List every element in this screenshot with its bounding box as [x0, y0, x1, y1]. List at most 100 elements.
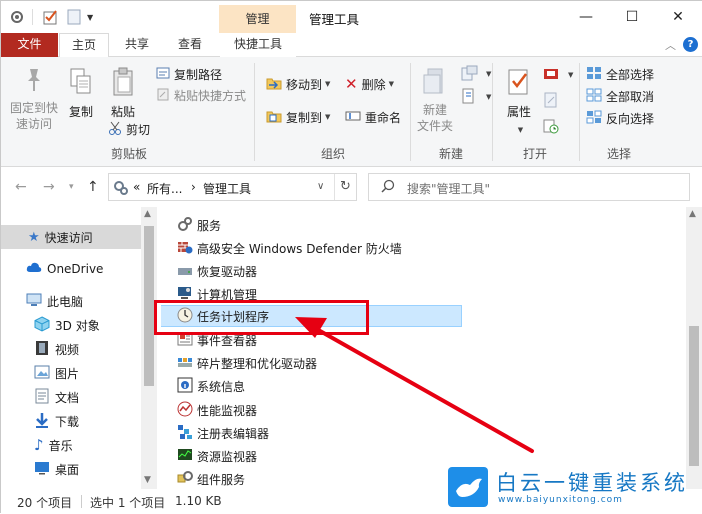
system-info-icon [177, 377, 193, 396]
checkmark-quick-icon[interactable] [43, 8, 59, 26]
file-item-recovery-drive[interactable]: 恢复驱动器 [177, 260, 477, 282]
nav-item-label: 下载 [55, 414, 80, 429]
nav-item-3d-objects[interactable]: 3D 对象 [1, 313, 141, 337]
invert-selection-label: 反向选择 [606, 111, 655, 126]
nav-item-label: 音乐 [48, 438, 73, 453]
breadcrumb-current[interactable]: 管理工具 [203, 180, 251, 197]
computer-icon [26, 293, 42, 310]
move-to-button[interactable]: 移动到 ▼ [266, 74, 330, 94]
download-icon [34, 412, 50, 431]
copy-button[interactable]: 复制 [65, 67, 97, 120]
explorer-window: ▼ 管理 管理工具 — ☐ ✕ 文件 主页 共享 查看 快捷工具 ︿ ? 固定到… [0, 0, 702, 514]
copy-to-label: 复制到 [286, 110, 323, 125]
forward-icon[interactable]: → [43, 179, 55, 195]
select-none-button[interactable]: 全部取消 [586, 86, 654, 106]
file-item-resource-monitor[interactable]: 资源监视器 [177, 445, 477, 467]
breadcrumb-all[interactable]: 所有... [147, 180, 182, 197]
nav-item-this-pc[interactable]: 此电脑 [1, 289, 141, 313]
pin-label-1: 固定到快 [9, 101, 58, 115]
new-group-label: 新建 [438, 147, 463, 161]
address-bar[interactable]: « 所有... › 管理工具 ∨ ↻ [108, 173, 357, 201]
properties-quick-icon[interactable] [9, 8, 25, 26]
new-folder-button[interactable]: 新建 文件夹 [413, 67, 457, 134]
refresh-icon[interactable]: ↻ [340, 179, 351, 194]
scroll-down-icon[interactable]: ▼ [144, 475, 151, 485]
open-group-label: 打开 [522, 147, 547, 161]
tab-home[interactable]: 主页 [59, 33, 109, 58]
file-item-performance-monitor[interactable]: 性能监视器 [177, 399, 477, 421]
tab-view[interactable]: 查看 [165, 33, 215, 57]
invert-selection-button[interactable]: 反向选择 [586, 108, 654, 128]
event-viewer-icon [177, 331, 193, 350]
rename-label: 重命名 [365, 110, 402, 125]
ribbon-separator [254, 63, 255, 161]
nav-item-music[interactable]: ♪ 音乐 [1, 433, 141, 457]
rename-icon [345, 110, 361, 125]
ribbon-separator [410, 63, 411, 161]
file-item-system-info[interactable]: 系统信息 [177, 375, 477, 397]
minimize-button[interactable]: — [563, 1, 609, 33]
maximize-button[interactable]: ☐ [609, 1, 655, 33]
file-item-registry-editor[interactable]: 注册表编辑器 [177, 422, 477, 444]
pin-quick-access-button[interactable]: 固定到快 速访问 [7, 67, 61, 132]
history-button[interactable] [543, 117, 563, 137]
invert-selection-icon [586, 110, 602, 127]
recent-locations-icon[interactable]: ▾ [69, 182, 74, 192]
open-button[interactable]: ▼ [543, 65, 573, 85]
easy-access-button[interactable]: ▼ [461, 87, 491, 107]
select-all-label: 全部选择 [606, 67, 655, 82]
nav-item-pictures[interactable]: 图片 [1, 361, 141, 385]
back-icon[interactable]: ← [15, 179, 27, 195]
customize-quick-access-icon[interactable]: ▼ [87, 8, 97, 26]
resource-monitor-icon [177, 447, 193, 466]
new-folder-label-1: 新建 [422, 103, 447, 117]
select-all-icon [586, 66, 602, 83]
desktop-icon [34, 461, 50, 478]
close-button[interactable]: ✕ [655, 1, 701, 33]
rename-button[interactable]: 重命名 [345, 107, 401, 127]
nav-item-documents[interactable]: 文档 [1, 385, 141, 409]
delete-label: 删除 [361, 77, 386, 92]
ribbon-tabs: 文件 主页 共享 查看 快捷工具 ︿ ? [1, 33, 702, 58]
tab-share[interactable]: 共享 [113, 33, 161, 57]
help-icon[interactable]: ? [683, 37, 698, 52]
copy-to-button[interactable]: 复制到 ▼ [266, 107, 330, 127]
file-item-component-services[interactable]: 组件服务 [177, 468, 477, 489]
file-item-defrag[interactable]: 碎片整理和优化驱动器 [177, 352, 477, 374]
paste-shortcut-button[interactable]: 粘贴快捷方式 [156, 85, 246, 105]
ribbon: 固定到快 速访问 复制 粘贴 复制路径 粘贴快捷方式 剪切 剪贴板 移动到 ▼ … [1, 57, 702, 167]
file-item-services[interactable]: 服务 [177, 214, 477, 236]
edit-button[interactable] [543, 91, 563, 111]
delete-button[interactable]: ✕ 删除 ▼ [345, 74, 394, 94]
nav-item-downloads[interactable]: 下载 [1, 409, 141, 433]
nav-item-quick-access[interactable]: ★ 快速访问 [1, 225, 141, 249]
collapse-ribbon-icon[interactable]: ︿ [665, 37, 676, 53]
up-icon[interactable]: ↑ [87, 179, 99, 195]
file-list-scroll-thumb[interactable] [689, 326, 699, 466]
file-item-computer-management[interactable]: 计算机管理 [177, 283, 477, 305]
tab-file[interactable]: 文件 [1, 33, 58, 57]
address-dropdown-icon[interactable]: ∨ [317, 181, 324, 192]
new-item-button[interactable]: ▼ [461, 64, 491, 84]
tab-shortcut-tools[interactable]: 快捷工具 [220, 33, 296, 57]
scroll-up-icon[interactable]: ▲ [144, 209, 151, 219]
file-item-event-viewer[interactable]: 事件查看器 [177, 329, 477, 351]
control-panel-icon [113, 180, 129, 199]
nav-item-videos[interactable]: 视频 [1, 337, 141, 361]
new-folder-quick-icon[interactable] [67, 8, 81, 26]
nav-pane-scroll-thumb[interactable] [144, 226, 154, 386]
search-box[interactable]: 搜索"管理工具" [368, 173, 690, 201]
scroll-up-icon[interactable]: ▲ [689, 209, 696, 219]
cut-button[interactable]: 剪切 [108, 119, 150, 139]
file-item-firewall[interactable]: 高级安全 Windows Defender 防火墙 [177, 237, 477, 259]
copy-label: 复制 [68, 105, 93, 119]
file-item-task-scheduler[interactable]: 任务计划程序 [161, 305, 462, 327]
paste-button[interactable]: 粘贴 [105, 67, 141, 120]
performance-monitor-icon [177, 401, 193, 420]
properties-button[interactable]: 属性 ▼ [499, 67, 539, 138]
copy-path-button[interactable]: 复制路径 [156, 64, 222, 84]
nav-item-desktop[interactable]: 桌面 [1, 457, 141, 481]
nav-item-onedrive[interactable]: OneDrive [1, 257, 141, 281]
status-divider [81, 495, 82, 508]
select-all-button[interactable]: 全部选择 [586, 64, 654, 84]
